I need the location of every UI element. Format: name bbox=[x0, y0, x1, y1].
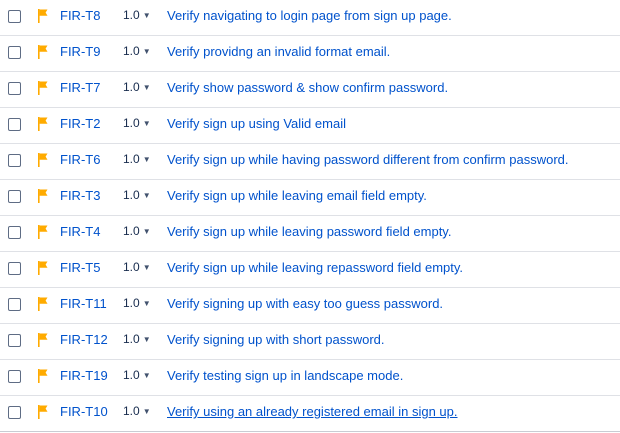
checkbox-icon[interactable] bbox=[8, 334, 21, 347]
flag-icon[interactable] bbox=[38, 261, 48, 275]
table-row[interactable]: FIR-T6 1.0 ▼ Verify sign up while having … bbox=[0, 144, 620, 180]
version-label: 1.0 bbox=[123, 80, 140, 94]
flag-icon[interactable] bbox=[38, 117, 48, 131]
flag-icon[interactable] bbox=[38, 45, 48, 59]
table-row[interactable]: FIR-T9 1.0 ▼ Verify providng an invalid f… bbox=[0, 36, 620, 72]
test-key-link[interactable]: FIR-T12 bbox=[60, 332, 108, 347]
chevron-down-icon: ▼ bbox=[142, 83, 151, 92]
table-row[interactable]: FIR-T2 1.0 ▼ Verify sign up using Valid e… bbox=[0, 108, 620, 144]
version-label: 1.0 bbox=[123, 152, 140, 166]
table-row[interactable]: FIR-T11 1.0 ▼ Verify signing up with easy… bbox=[0, 288, 620, 324]
test-key-link[interactable]: FIR-T8 bbox=[60, 8, 100, 23]
version-label: 1.0 bbox=[123, 8, 140, 22]
test-key-link[interactable]: FIR-T2 bbox=[60, 116, 100, 131]
test-key-link[interactable]: FIR-T11 bbox=[60, 296, 107, 311]
chevron-down-icon: ▼ bbox=[142, 263, 151, 272]
checkbox-icon[interactable] bbox=[8, 154, 21, 167]
test-title-link[interactable]: Verify providng an invalid format email. bbox=[167, 44, 390, 59]
flag-icon[interactable] bbox=[38, 81, 48, 95]
checkbox-icon[interactable] bbox=[8, 406, 21, 419]
version-dropdown[interactable]: 1.0 ▼ bbox=[123, 296, 159, 310]
version-label: 1.0 bbox=[123, 260, 140, 274]
test-title-link[interactable]: Verify sign up using Valid email bbox=[167, 116, 346, 131]
checkbox-icon[interactable] bbox=[8, 10, 21, 23]
version-dropdown[interactable]: 1.0 ▼ bbox=[123, 224, 159, 238]
version-dropdown[interactable]: 1.0 ▼ bbox=[123, 80, 159, 94]
test-title-link[interactable]: Verify testing sign up in landscape mode… bbox=[167, 368, 403, 383]
table-row[interactable]: FIR-T7 1.0 ▼ Verify show password & show … bbox=[0, 72, 620, 108]
version-dropdown[interactable]: 1.0 ▼ bbox=[123, 116, 159, 130]
version-dropdown[interactable]: 1.0 ▼ bbox=[123, 260, 159, 274]
chevron-down-icon: ▼ bbox=[142, 227, 151, 236]
version-dropdown[interactable]: 1.0 ▼ bbox=[123, 8, 159, 22]
chevron-down-icon: ▼ bbox=[142, 407, 151, 416]
chevron-down-icon: ▼ bbox=[142, 155, 151, 164]
test-key-link[interactable]: FIR-T10 bbox=[60, 404, 108, 419]
test-title-link[interactable]: Verify signing up with short password. bbox=[167, 332, 385, 347]
version-dropdown[interactable]: 1.0 ▼ bbox=[123, 368, 159, 382]
chevron-down-icon: ▼ bbox=[142, 47, 151, 56]
flag-icon[interactable] bbox=[38, 369, 48, 383]
test-key-link[interactable]: FIR-T9 bbox=[60, 44, 100, 59]
table-row[interactable]: FIR-T8 1.0 ▼ Verify navigating to login p… bbox=[0, 0, 620, 36]
version-dropdown[interactable]: 1.0 ▼ bbox=[123, 44, 159, 58]
test-key-link[interactable]: FIR-T3 bbox=[60, 188, 100, 203]
test-key-link[interactable]: FIR-T4 bbox=[60, 224, 100, 239]
table-row[interactable]: FIR-T5 1.0 ▼ Verify sign up while leaving… bbox=[0, 252, 620, 288]
test-title-link[interactable]: Verify navigating to login page from sig… bbox=[167, 8, 452, 23]
checkbox-icon[interactable] bbox=[8, 46, 21, 59]
checkbox-icon[interactable] bbox=[8, 262, 21, 275]
flag-icon[interactable] bbox=[38, 153, 48, 167]
version-dropdown[interactable]: 1.0 ▼ bbox=[123, 404, 159, 418]
test-title-link[interactable]: Verify sign up while leaving password fi… bbox=[167, 224, 451, 239]
checkbox-icon[interactable] bbox=[8, 82, 21, 95]
table-row[interactable]: FIR-T10 1.0 ▼ Verify using an already reg… bbox=[0, 396, 620, 432]
table-row[interactable]: FIR-T3 1.0 ▼ Verify sign up while leaving… bbox=[0, 180, 620, 216]
version-label: 1.0 bbox=[123, 224, 140, 238]
test-title-link[interactable]: Verify using an already registered email… bbox=[167, 404, 458, 419]
version-label: 1.0 bbox=[123, 116, 140, 130]
flag-icon[interactable] bbox=[38, 297, 48, 311]
table-row[interactable]: FIR-T4 1.0 ▼ Verify sign up while leaving… bbox=[0, 216, 620, 252]
version-dropdown[interactable]: 1.0 ▼ bbox=[123, 188, 159, 202]
chevron-down-icon: ▼ bbox=[142, 191, 151, 200]
chevron-down-icon: ▼ bbox=[142, 299, 151, 308]
test-key-link[interactable]: FIR-T5 bbox=[60, 260, 100, 275]
flag-icon[interactable] bbox=[38, 405, 48, 419]
flag-icon[interactable] bbox=[38, 9, 48, 23]
checkbox-icon[interactable] bbox=[8, 370, 21, 383]
version-label: 1.0 bbox=[123, 188, 140, 202]
test-title-link[interactable]: Verify show password & show confirm pass… bbox=[167, 80, 448, 95]
chevron-down-icon: ▼ bbox=[142, 11, 151, 20]
flag-icon[interactable] bbox=[38, 189, 48, 203]
version-label: 1.0 bbox=[123, 296, 140, 310]
version-label: 1.0 bbox=[123, 368, 140, 382]
test-title-link[interactable]: Verify signing up with easy too guess pa… bbox=[167, 296, 443, 311]
checkbox-icon[interactable] bbox=[8, 190, 21, 203]
chevron-down-icon: ▼ bbox=[142, 371, 151, 380]
chevron-down-icon: ▼ bbox=[142, 335, 151, 344]
test-key-link[interactable]: FIR-T7 bbox=[60, 80, 100, 95]
table-row[interactable]: FIR-T12 1.0 ▼ Verify signing up with shor… bbox=[0, 324, 620, 360]
flag-icon[interactable] bbox=[38, 333, 48, 347]
test-title-link[interactable]: Verify sign up while leaving email field… bbox=[167, 188, 427, 203]
checkbox-icon[interactable] bbox=[8, 298, 21, 311]
chevron-down-icon: ▼ bbox=[142, 119, 151, 128]
version-label: 1.0 bbox=[123, 332, 140, 346]
version-label: 1.0 bbox=[123, 44, 140, 58]
version-dropdown[interactable]: 1.0 ▼ bbox=[123, 152, 159, 166]
test-key-link[interactable]: FIR-T19 bbox=[60, 368, 108, 383]
test-key-link[interactable]: FIR-T6 bbox=[60, 152, 100, 167]
checkbox-icon[interactable] bbox=[8, 226, 21, 239]
checkbox-icon[interactable] bbox=[8, 118, 21, 131]
version-dropdown[interactable]: 1.0 ▼ bbox=[123, 332, 159, 346]
version-label: 1.0 bbox=[123, 404, 140, 418]
table-row[interactable]: FIR-T19 1.0 ▼ Verify testing sign up in l… bbox=[0, 360, 620, 396]
test-case-list: FIR-T8 1.0 ▼ Verify navigating to login p… bbox=[0, 0, 620, 432]
flag-icon[interactable] bbox=[38, 225, 48, 239]
test-title-link[interactable]: Verify sign up while having password dif… bbox=[167, 152, 569, 167]
test-title-link[interactable]: Verify sign up while leaving repassword … bbox=[167, 260, 463, 275]
